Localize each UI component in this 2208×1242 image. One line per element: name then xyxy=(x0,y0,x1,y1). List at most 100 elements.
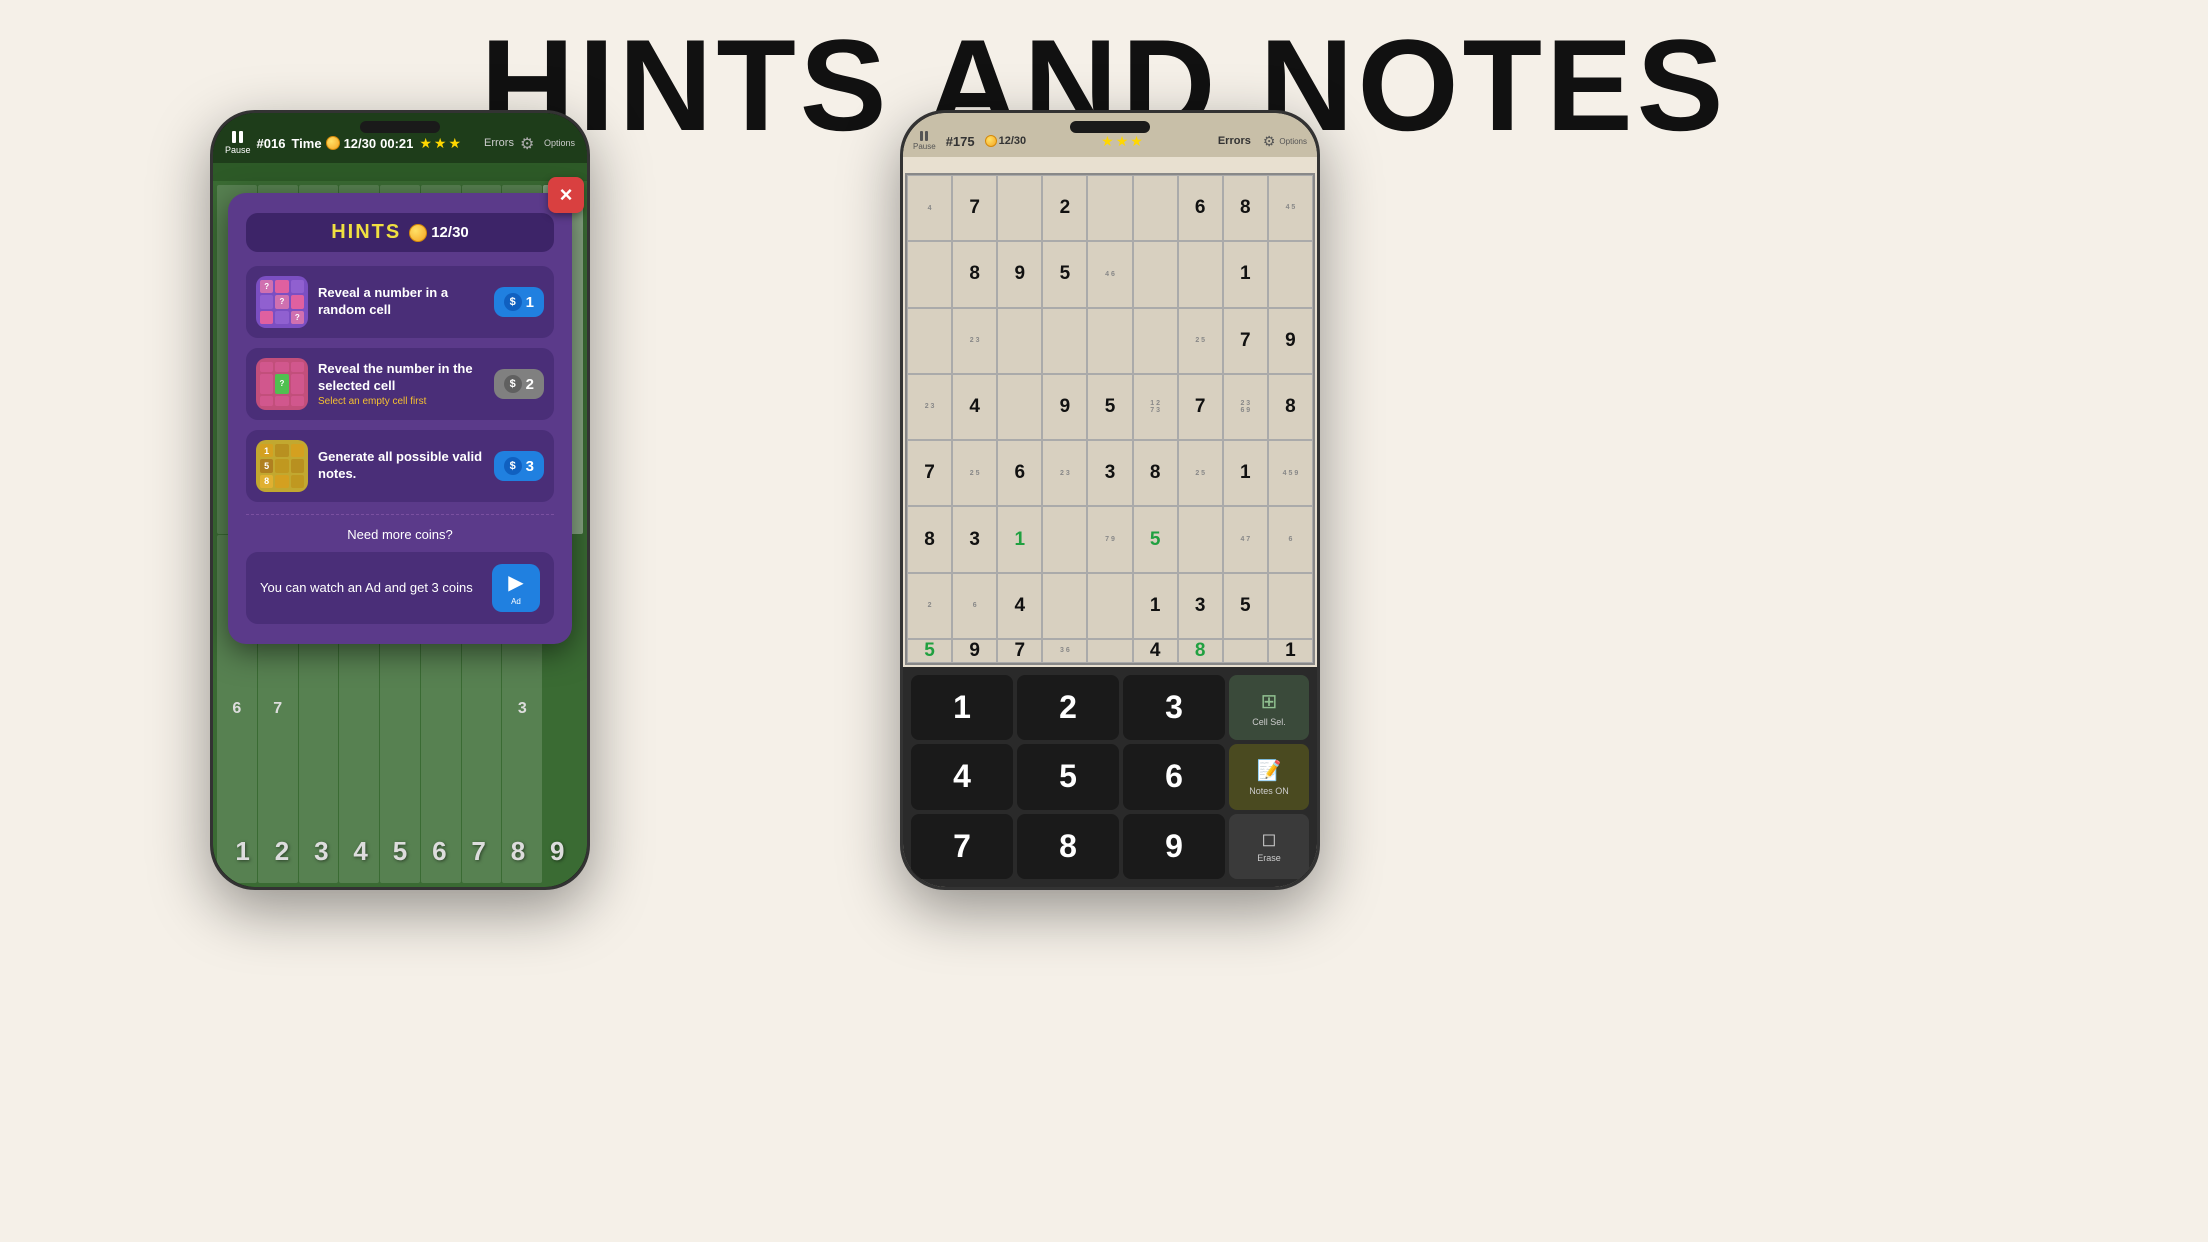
cell-r7c6[interactable]: 1 xyxy=(1133,573,1178,639)
num-6[interactable]: 6 xyxy=(432,836,446,867)
cell-r8c5[interactable] xyxy=(1087,639,1132,663)
num-5[interactable]: 5 xyxy=(393,836,407,867)
num-2[interactable]: 2 xyxy=(275,836,289,867)
cell-r3c3[interactable] xyxy=(997,308,1042,374)
cell-r7c1[interactable]: 2 xyxy=(907,573,952,639)
cell-r4c7[interactable]: 7 xyxy=(1178,374,1223,440)
hint-random-row[interactable]: ? ? ? Reveal a number in a random cell $… xyxy=(246,266,554,338)
pause-button[interactable]: Pause xyxy=(225,131,251,155)
cell-r8c3[interactable]: 7 xyxy=(997,639,1042,663)
cell-r5c1[interactable]: 7 xyxy=(907,440,952,506)
cell-r6c9[interactable]: 6 xyxy=(1268,506,1313,572)
num-1[interactable]: 1 xyxy=(235,836,249,867)
key-2[interactable]: 2 xyxy=(1017,675,1119,740)
num-4[interactable]: 4 xyxy=(353,836,367,867)
cell-r2c2[interactable]: 8 xyxy=(952,241,997,307)
cell-r5c4[interactable]: 2 3 xyxy=(1042,440,1087,506)
cell-r5c5[interactable]: 3 xyxy=(1087,440,1132,506)
hint-selected-row[interactable]: ? Reveal the number in the selected cell… xyxy=(246,348,554,420)
cell-r8c4[interactable]: 3 6 xyxy=(1042,639,1087,663)
cell-r2c9[interactable] xyxy=(1268,241,1313,307)
cell-r7c2[interactable]: 6 xyxy=(952,573,997,639)
cell-r7c5[interactable] xyxy=(1087,573,1132,639)
cell-r7c3[interactable]: 4 xyxy=(997,573,1042,639)
cell-r3c1[interactable] xyxy=(907,308,952,374)
cell-r4c1[interactable]: 2 3 xyxy=(907,374,952,440)
cell-r7c7[interactable]: 3 xyxy=(1178,573,1223,639)
cell-r2c3[interactable]: 9 xyxy=(997,241,1042,307)
cell-r3c5[interactable] xyxy=(1087,308,1132,374)
cell-r4c6[interactable]: 1 27 3 xyxy=(1133,374,1178,440)
cell-r2c6[interactable] xyxy=(1133,241,1178,307)
ad-row[interactable]: You can watch an Ad and get 3 coins ▶ Ad xyxy=(246,552,554,624)
cell-r6c1[interactable]: 8 xyxy=(907,506,952,572)
cell-r5c8[interactable]: 1 xyxy=(1223,440,1268,506)
cell-r8c8[interactable] xyxy=(1223,639,1268,663)
ad-button[interactable]: ▶ Ad xyxy=(492,564,540,612)
pause-button-right[interactable]: Pause xyxy=(913,131,936,151)
cell-r4c8[interactable]: 2 36 9 xyxy=(1223,374,1268,440)
cell-r4c3[interactable] xyxy=(997,374,1042,440)
gear-icon-right[interactable]: ⚙ xyxy=(1263,133,1276,150)
cell-r1c2[interactable]: 7 xyxy=(952,175,997,241)
cell-r7c8[interactable]: 5 xyxy=(1223,573,1268,639)
cell-r3c7[interactable]: 2 5 xyxy=(1178,308,1223,374)
cell-r6c3[interactable]: 1 xyxy=(997,506,1042,572)
cell-r1c8[interactable]: 8 xyxy=(1223,175,1268,241)
cell-r1c7[interactable]: 6 xyxy=(1178,175,1223,241)
cell-r8c2[interactable]: 9 xyxy=(952,639,997,663)
cell-r1c1[interactable]: 4 xyxy=(907,175,952,241)
cell-r1c5[interactable] xyxy=(1087,175,1132,241)
cell-r2c5[interactable]: 4 6 xyxy=(1087,241,1132,307)
cell-r3c4[interactable] xyxy=(1042,308,1087,374)
cell-r6c2[interactable]: 3 xyxy=(952,506,997,572)
gear-icon-left[interactable]: ⚙ xyxy=(520,134,538,152)
cell-r5c7[interactable]: 2 5 xyxy=(1178,440,1223,506)
cell-r6c4[interactable] xyxy=(1042,506,1087,572)
erase-button[interactable]: ◻ Erase xyxy=(1229,814,1309,879)
key-5[interactable]: 5 xyxy=(1017,744,1119,809)
key-1[interactable]: 1 xyxy=(911,675,1013,740)
close-button[interactable]: × xyxy=(548,177,584,213)
hint-random-cost-btn[interactable]: $ 1 xyxy=(494,287,544,317)
key-4[interactable]: 4 xyxy=(911,744,1013,809)
num-9[interactable]: 9 xyxy=(550,836,564,867)
cell-r6c6[interactable]: 5 xyxy=(1133,506,1178,572)
cell-r7c9[interactable] xyxy=(1268,573,1313,639)
cell-r5c6[interactable]: 8 xyxy=(1133,440,1178,506)
cell-r4c5[interactable]: 5 xyxy=(1087,374,1132,440)
cell-r2c4[interactable]: 5 xyxy=(1042,241,1087,307)
cell-r1c3[interactable] xyxy=(997,175,1042,241)
key-8[interactable]: 8 xyxy=(1017,814,1119,879)
cell-r3c2[interactable]: 2 3 xyxy=(952,308,997,374)
cell-r6c8[interactable]: 4 7 xyxy=(1223,506,1268,572)
cell-r6c5[interactable]: 7 9 xyxy=(1087,506,1132,572)
cell-r1c4[interactable]: 2 xyxy=(1042,175,1087,241)
key-3[interactable]: 3 xyxy=(1123,675,1225,740)
cell-r8c1[interactable]: 5 xyxy=(907,639,952,663)
cell-r8c6[interactable]: 4 xyxy=(1133,639,1178,663)
cell-r4c9[interactable]: 8 xyxy=(1268,374,1313,440)
cell-r5c3[interactable]: 6 xyxy=(997,440,1042,506)
key-6[interactable]: 6 xyxy=(1123,744,1225,809)
cell-r5c9[interactable]: 4 5 9 xyxy=(1268,440,1313,506)
cell-r3c8[interactable]: 7 xyxy=(1223,308,1268,374)
notes-on-button[interactable]: 📝 Notes ON xyxy=(1229,744,1309,809)
cell-r7c4[interactable] xyxy=(1042,573,1087,639)
cell-sel-button[interactable]: ⊞ Cell Sel. xyxy=(1229,675,1309,740)
num-7[interactable]: 7 xyxy=(471,836,485,867)
cell-r8c9[interactable]: 1 xyxy=(1268,639,1313,663)
cell-r2c7[interactable] xyxy=(1178,241,1223,307)
cell-r4c2[interactable]: 4 xyxy=(952,374,997,440)
key-7[interactable]: 7 xyxy=(911,814,1013,879)
num-3[interactable]: 3 xyxy=(314,836,328,867)
cell-r8c7[interactable]: 8 xyxy=(1178,639,1223,663)
cell-r2c1[interactable] xyxy=(907,241,952,307)
cell-r6c7[interactable] xyxy=(1178,506,1223,572)
cell-r3c9[interactable]: 9 xyxy=(1268,308,1313,374)
hint-notes-cost-btn[interactable]: $ 3 xyxy=(494,451,544,481)
cell-r5c2[interactable]: 2 5 xyxy=(952,440,997,506)
cell-r1c6[interactable] xyxy=(1133,175,1178,241)
num-8[interactable]: 8 xyxy=(511,836,525,867)
cell-r1c9[interactable]: 4 5 xyxy=(1268,175,1313,241)
